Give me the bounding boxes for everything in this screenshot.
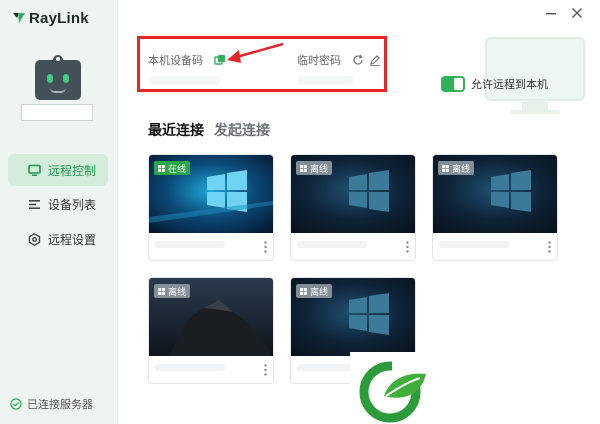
sidebar: RayLink 远程控制 设备列表 远程设置 已连接服务器 (0, 0, 118, 424)
more-icon[interactable] (406, 241, 409, 253)
sidebar-item-remote-control[interactable]: 远程控制 (8, 154, 108, 186)
server-status-text: 已连接服务器 (27, 398, 93, 411)
device-card[interactable]: 离线 (290, 154, 416, 261)
allow-remote-toggle-row: 允许远程到本机 (441, 76, 548, 92)
device-name-placeholder (297, 241, 367, 248)
settings-icon (28, 232, 41, 246)
check-circle-icon (10, 398, 22, 410)
close-icon[interactable] (570, 6, 584, 20)
device-card[interactable]: 离线 (148, 277, 274, 384)
tab-recent[interactable]: 最近连接 (148, 120, 204, 140)
more-icon[interactable] (548, 241, 551, 253)
sidebar-item-label: 远程设置 (48, 232, 97, 247)
windows-icon (300, 164, 307, 172)
windows-icon (158, 287, 165, 295)
tab-initiate[interactable]: 发起连接 (214, 120, 270, 140)
status-badge: 离线 (438, 161, 475, 175)
watermark-leaf-logo-icon (350, 352, 446, 424)
status-badge: 在线 (154, 161, 191, 175)
annotation-arrow-icon (227, 42, 284, 63)
device-name-placeholder (155, 364, 225, 371)
allow-remote-toggle[interactable] (441, 76, 465, 92)
device-name-placeholder (439, 241, 509, 248)
status-badge: 离线 (296, 284, 333, 298)
raylink-logo-icon (13, 13, 25, 23)
allow-remote-label: 允许远程到本机 (471, 78, 548, 91)
connection-tabs: 最近连接 发起连接 (148, 120, 270, 140)
device-card[interactable]: 离线 (432, 154, 558, 261)
device-name-placeholder (155, 241, 225, 248)
avatar[interactable] (35, 55, 81, 100)
windows-icon (300, 287, 307, 295)
monitor-icon (28, 164, 41, 176)
minimize-icon[interactable] (544, 6, 558, 20)
sidebar-item-remote-settings[interactable]: 远程设置 (8, 223, 108, 255)
sidebar-item-label: 远程控制 (48, 163, 97, 178)
status-badge: 离线 (296, 161, 333, 175)
app-name: RayLink (29, 9, 89, 27)
windows-icon (158, 164, 165, 172)
more-icon[interactable] (264, 364, 267, 376)
more-icon[interactable] (264, 241, 267, 253)
sidebar-item-label: 设备列表 (48, 197, 97, 212)
device-name-field[interactable] (21, 104, 93, 121)
list-icon (29, 199, 40, 209)
status-badge: 离线 (154, 284, 191, 298)
sidebar-item-device-list[interactable]: 设备列表 (8, 188, 108, 220)
device-card[interactable]: 在线 (148, 154, 274, 261)
app-logo: RayLink (12, 8, 89, 28)
server-status: 已连接服务器 (10, 396, 93, 412)
windows-icon (442, 164, 449, 172)
